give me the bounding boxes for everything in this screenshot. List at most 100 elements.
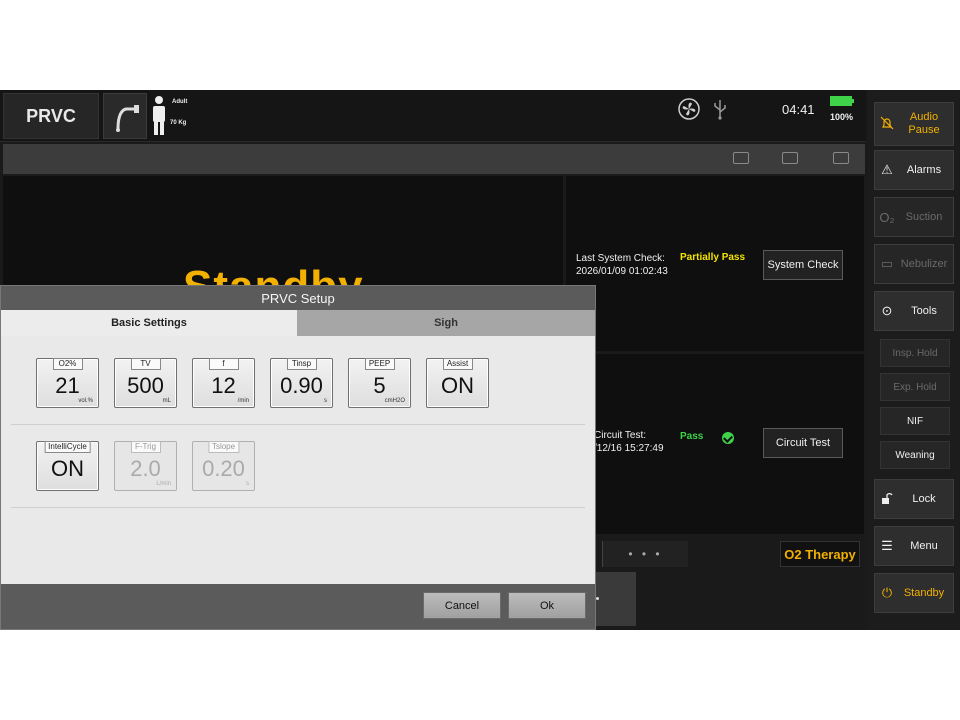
param-value: 2.0 bbox=[130, 456, 161, 481]
param-value: 0.90 bbox=[280, 373, 323, 398]
circuit-test-button[interactable]: Circuit Test bbox=[763, 428, 843, 458]
param-value: 500 bbox=[127, 373, 164, 398]
param-f-trig: F-Trig 2.0 L/min bbox=[114, 441, 177, 491]
tab-sigh[interactable]: Sigh bbox=[297, 310, 595, 336]
nebulizer-button[interactable]: ▭ Nebulizer bbox=[874, 244, 954, 284]
camera-icon[interactable] bbox=[833, 152, 849, 164]
standby-button[interactable]: ⏻ Standby bbox=[874, 573, 954, 613]
menu-button[interactable]: ☰ Menu bbox=[874, 526, 954, 566]
circuit-test-label: Circuit Test: bbox=[594, 430, 647, 441]
suction-label: Suction bbox=[905, 211, 943, 223]
alarms-button[interactable]: ⚠ Alarms bbox=[874, 150, 954, 190]
param-name: PEEP bbox=[364, 358, 395, 370]
param-unit: vol.% bbox=[78, 398, 93, 404]
param-value: 21 bbox=[55, 373, 80, 398]
dialog-title: PRVC Setup bbox=[1, 286, 595, 310]
audio-pause-label-1: Audio bbox=[909, 111, 939, 123]
check-icon bbox=[722, 432, 734, 444]
suction-icon: O₂ bbox=[879, 209, 895, 225]
power-icon: ⏻ bbox=[881, 585, 893, 600]
insp-hold-button[interactable]: Insp. Hold bbox=[880, 339, 950, 367]
param-name: F-Trig bbox=[130, 441, 161, 453]
prvc-setup-dialog: PRVC Setup Basic Settings Sigh O2% 21 vo… bbox=[0, 285, 596, 630]
weaning-button[interactable]: Weaning bbox=[880, 441, 950, 469]
lock-label: Lock bbox=[912, 493, 936, 505]
usb-icon bbox=[714, 100, 726, 120]
battery-icon bbox=[830, 96, 854, 106]
bottom-dot bbox=[596, 597, 599, 600]
param-unit: s bbox=[324, 398, 327, 404]
tools-button[interactable]: ⊙ Tools bbox=[874, 291, 954, 331]
exp-hold-button[interactable]: Exp. Hold bbox=[880, 373, 950, 401]
param-value: ON bbox=[51, 456, 84, 481]
param-f[interactable]: f 12 /min bbox=[192, 358, 255, 408]
ok-button[interactable]: Ok bbox=[508, 592, 586, 619]
param-tslope: Tslope 0.20 s bbox=[192, 441, 255, 491]
menu-icon: ☰ bbox=[881, 538, 893, 553]
audio-pause-icon bbox=[875, 116, 899, 133]
param-name: IntelliCycle bbox=[44, 441, 91, 453]
param-value: 5 bbox=[373, 373, 386, 398]
param-unit: cmH2O bbox=[384, 398, 405, 404]
dialog-body: O2% 21 vol.% TV 500 mL f 12 /min Tinsp 0… bbox=[1, 336, 595, 584]
nebulizer-icon: ▭ bbox=[880, 256, 894, 271]
patient-info[interactable]: Adult 70 Kg bbox=[150, 93, 202, 139]
adult-patient-icon bbox=[153, 96, 165, 135]
row-divider bbox=[11, 424, 585, 425]
circuit-test-status: Pass bbox=[680, 431, 704, 442]
param-unit: mL bbox=[162, 398, 171, 404]
nif-button[interactable]: NIF bbox=[880, 407, 950, 435]
lock-icon bbox=[875, 492, 899, 507]
param-peep[interactable]: PEEP 5 cmH2O bbox=[348, 358, 411, 408]
param-intellicycle[interactable]: IntelliCycle ON bbox=[36, 441, 99, 491]
last-check-label: Last System Check: bbox=[576, 253, 665, 264]
param-name: Tinsp bbox=[286, 358, 317, 370]
keyboard-icon[interactable] bbox=[733, 152, 749, 164]
toolbar-strip bbox=[3, 144, 865, 174]
param-value: 12 bbox=[211, 373, 236, 398]
suction-button[interactable]: O₂ Suction bbox=[874, 197, 954, 237]
param-tv[interactable]: TV 500 mL bbox=[114, 358, 177, 408]
top-status-bar: PRVC Adult 70 Kg 04:41 100% bbox=[0, 90, 866, 142]
param-name: Assist bbox=[442, 358, 473, 370]
audio-pause-button[interactable]: Audio Pause bbox=[874, 102, 954, 146]
system-check-button[interactable]: System Check bbox=[763, 250, 843, 280]
battery-percent: 100% bbox=[830, 112, 854, 122]
param-tinsp[interactable]: Tinsp 0.90 s bbox=[270, 358, 333, 408]
right-sidebar: Audio Pause ⚠ Alarms O₂ Suction ▭ Nebuli… bbox=[868, 90, 960, 630]
param-assist[interactable]: Assist ON bbox=[426, 358, 489, 408]
menu-label: Menu bbox=[910, 540, 938, 552]
param-name: O2% bbox=[52, 358, 83, 370]
param-o2[interactable]: O2% 21 vol.% bbox=[36, 358, 99, 408]
circuit-test-info: Circuit Test: /12/16 15:27:49 bbox=[594, 429, 664, 455]
tools-icon: ⊙ bbox=[881, 303, 893, 318]
ventilation-mode[interactable]: PRVC bbox=[3, 93, 99, 139]
fan-icon bbox=[678, 98, 700, 120]
lock-button[interactable]: Lock bbox=[874, 479, 954, 519]
param-name: TV bbox=[130, 358, 161, 370]
param-unit: /min bbox=[237, 398, 249, 404]
last-check-date: 2026/01/09 01:02:43 bbox=[576, 266, 668, 277]
standby-button-label: Standby bbox=[903, 587, 945, 599]
alarm-icon: ⚠ bbox=[881, 162, 893, 177]
tab-basic-settings[interactable]: Basic Settings bbox=[1, 310, 297, 336]
bottom-tabs: • • • O2 Therapy bbox=[596, 541, 866, 567]
breathing-circuit-icon[interactable] bbox=[103, 93, 147, 139]
freeze-icon[interactable] bbox=[782, 152, 798, 164]
last-system-check: Last System Check: 2026/01/09 01:02:43 bbox=[576, 252, 668, 278]
last-check-status: Partially Pass bbox=[680, 252, 746, 263]
cancel-button[interactable]: Cancel bbox=[423, 592, 501, 619]
ventilator-screen: PRVC Adult 70 Kg 04:41 100% Last System … bbox=[0, 90, 960, 630]
patient-weight: 70 Kg bbox=[170, 120, 187, 126]
dialog-footer: Cancel Ok bbox=[1, 584, 595, 629]
o2-therapy-tab[interactable]: O2 Therapy bbox=[780, 541, 860, 567]
clock: 04:41 bbox=[782, 102, 815, 117]
row-divider bbox=[11, 507, 585, 508]
dialog-tabs: Basic Settings Sigh bbox=[1, 310, 595, 336]
audio-pause-label-2: Pause bbox=[908, 124, 940, 136]
more-tab[interactable]: • • • bbox=[602, 541, 688, 567]
patient-type: Adult bbox=[172, 99, 188, 105]
tools-label: Tools bbox=[911, 305, 937, 317]
param-value: 0.20 bbox=[202, 456, 245, 481]
circuit-test-date: /12/16 15:27:49 bbox=[594, 443, 664, 454]
